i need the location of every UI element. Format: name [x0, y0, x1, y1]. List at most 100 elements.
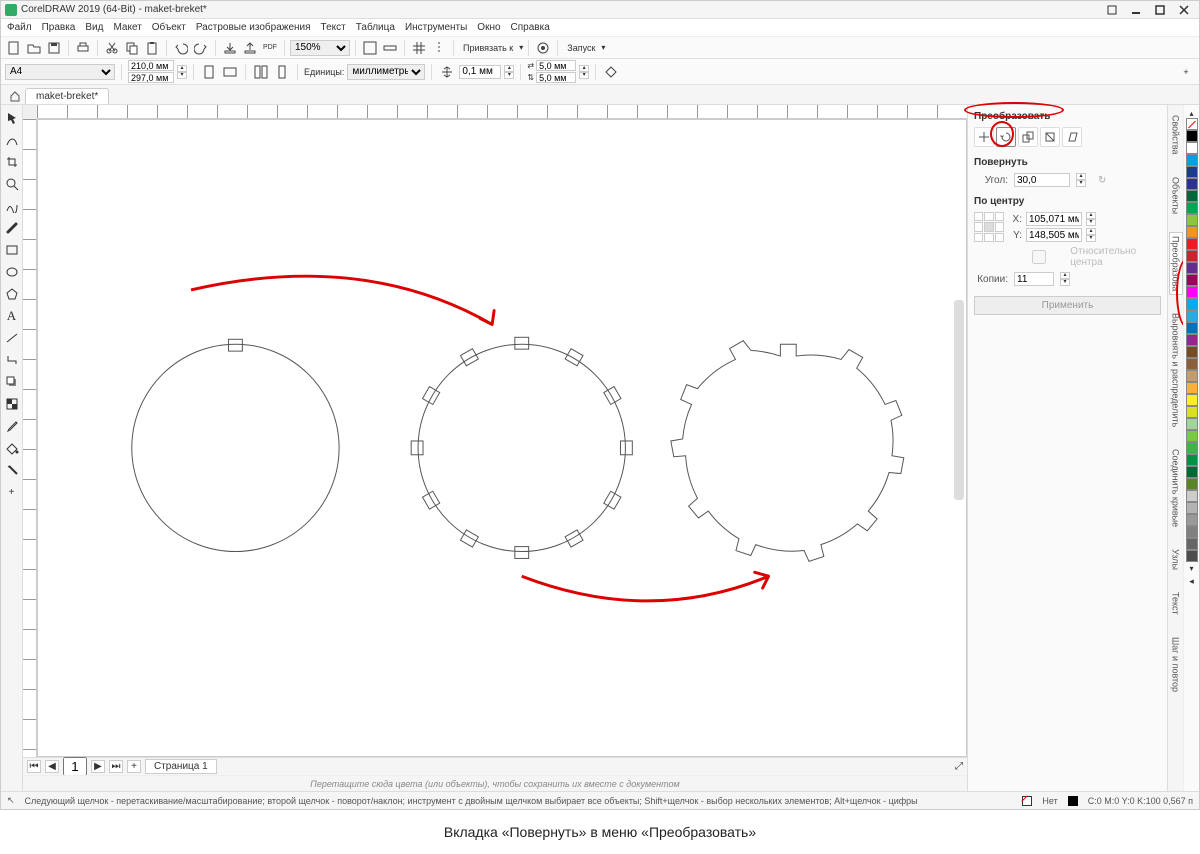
add-prop-icon[interactable]: +: [1177, 63, 1195, 81]
page-size-select[interactable]: A4: [5, 64, 115, 80]
palette-expand-icon[interactable]: ◂: [1189, 576, 1194, 587]
page-dim-down[interactable]: ▾: [177, 72, 187, 79]
page-first-button[interactable]: ⏮: [27, 760, 41, 773]
menu-table[interactable]: Таблица: [356, 22, 395, 33]
transform-position-icon[interactable]: [974, 127, 994, 147]
dropshadow-tool-icon[interactable]: [3, 373, 21, 391]
color-swatch[interactable]: [1186, 322, 1198, 334]
menu-text[interactable]: Текст: [321, 22, 346, 33]
cx-up[interactable]: ▴: [1086, 212, 1096, 219]
color-swatch[interactable]: [1186, 382, 1198, 394]
publish-pdf-icon[interactable]: PDF: [261, 39, 279, 57]
menu-file[interactable]: Файл: [7, 22, 32, 33]
close-button[interactable]: [1173, 3, 1195, 17]
color-swatch[interactable]: [1186, 406, 1198, 418]
scrollbar-vertical[interactable]: [954, 300, 964, 500]
transform-scale-icon[interactable]: [1018, 127, 1038, 147]
import-icon[interactable]: [221, 39, 239, 57]
home-tab-icon[interactable]: [7, 88, 23, 104]
add-tool-icon[interactable]: +: [3, 483, 21, 501]
angle-up[interactable]: ▴: [1076, 173, 1086, 180]
color-swatch[interactable]: [1186, 226, 1198, 238]
color-swatch[interactable]: [1186, 490, 1198, 502]
options-icon[interactable]: [534, 39, 552, 57]
apply-button[interactable]: Применить: [974, 296, 1161, 315]
vtab-properties[interactable]: Свойства: [1169, 111, 1183, 159]
freehand-tool-icon[interactable]: [3, 197, 21, 215]
page-height-input[interactable]: [128, 72, 174, 83]
outline-indicator-icon[interactable]: [1068, 796, 1078, 806]
color-swatch[interactable]: [1186, 238, 1198, 250]
dup-y-input[interactable]: [536, 72, 576, 83]
orientation-landscape-icon[interactable]: [221, 63, 239, 81]
color-swatch[interactable]: [1186, 142, 1198, 154]
transform-rotate-icon[interactable]: [996, 127, 1016, 147]
export-icon[interactable]: [241, 39, 259, 57]
palette-up-icon[interactable]: ▴: [1189, 109, 1193, 118]
page-last-button[interactable]: ⏭: [109, 760, 123, 773]
zoom-select[interactable]: 150%: [290, 40, 350, 56]
cut-icon[interactable]: [103, 39, 121, 57]
doc-palette-hint[interactable]: Перетащите сюда цвета (или объекты), что…: [23, 775, 967, 791]
undo-icon[interactable]: [172, 39, 190, 57]
menu-view[interactable]: Вид: [85, 22, 103, 33]
paste-icon[interactable]: [143, 39, 161, 57]
color-swatch[interactable]: [1186, 442, 1198, 454]
cy-down[interactable]: ▾: [1086, 235, 1096, 242]
eyedropper-tool-icon[interactable]: [3, 417, 21, 435]
rectangle-tool-icon[interactable]: [3, 241, 21, 259]
anchor-grid[interactable]: [974, 212, 1004, 242]
vtab-text[interactable]: Текст: [1169, 588, 1183, 619]
color-swatch[interactable]: [1186, 394, 1198, 406]
color-swatch[interactable]: [1186, 550, 1198, 562]
color-swatch[interactable]: [1186, 478, 1198, 490]
print-icon[interactable]: [74, 39, 92, 57]
color-swatch[interactable]: [1186, 430, 1198, 442]
menu-tools[interactable]: Инструменты: [405, 22, 467, 33]
angle-down[interactable]: ▾: [1076, 180, 1086, 187]
color-swatch[interactable]: [1186, 418, 1198, 430]
rulers-icon[interactable]: [381, 39, 399, 57]
color-swatch[interactable]: [1186, 166, 1198, 178]
page-nav-expand-icon[interactable]: ⤢: [955, 761, 963, 772]
snap-dropdown[interactable]: Привязать к: [459, 39, 517, 57]
copies-down[interactable]: ▾: [1060, 279, 1070, 286]
angle-input[interactable]: [1014, 173, 1070, 187]
color-swatch[interactable]: [1186, 250, 1198, 262]
vtab-align[interactable]: Выровнять и распределить: [1169, 309, 1183, 431]
ruler-vertical[interactable]: [23, 119, 37, 757]
dup-up[interactable]: ▴: [579, 65, 589, 72]
menu-help[interactable]: Справка: [511, 22, 550, 33]
swatch-none[interactable]: [1186, 118, 1198, 130]
transform-skew-icon[interactable]: [1062, 127, 1082, 147]
color-swatch[interactable]: [1186, 130, 1198, 142]
page-prev-button[interactable]: ◀: [45, 760, 59, 773]
guides-icon[interactable]: [430, 39, 448, 57]
color-swatch[interactable]: [1186, 334, 1198, 346]
treat-as-filled-icon[interactable]: [602, 63, 620, 81]
center-y-input[interactable]: [1026, 228, 1082, 242]
page-tab[interactable]: Страница 1: [145, 759, 217, 774]
new-icon[interactable]: [5, 39, 23, 57]
color-swatch[interactable]: [1186, 538, 1198, 550]
menu-layout[interactable]: Макет: [113, 22, 141, 33]
minimize-button[interactable]: [1125, 3, 1147, 17]
page-number-input[interactable]: [63, 757, 87, 776]
page-add-button[interactable]: +: [127, 760, 141, 773]
color-swatch[interactable]: [1186, 358, 1198, 370]
color-swatch[interactable]: [1186, 466, 1198, 478]
nudge-up[interactable]: ▴: [504, 65, 514, 72]
color-swatch[interactable]: [1186, 310, 1198, 322]
transparency-tool-icon[interactable]: [3, 395, 21, 413]
fill-tool-icon[interactable]: [3, 439, 21, 457]
units-select[interactable]: миллиметры: [347, 64, 425, 80]
ruler-horizontal[interactable]: [37, 105, 967, 119]
nudge-input[interactable]: [459, 65, 501, 79]
text-tool-icon[interactable]: A: [3, 307, 21, 325]
launch-dropdown[interactable]: Запуск: [563, 39, 599, 57]
connector-icon[interactable]: [3, 351, 21, 369]
color-swatch[interactable]: [1186, 346, 1198, 358]
redo-icon[interactable]: [192, 39, 210, 57]
transform-size-icon[interactable]: [1040, 127, 1060, 147]
color-swatch[interactable]: [1186, 202, 1198, 214]
